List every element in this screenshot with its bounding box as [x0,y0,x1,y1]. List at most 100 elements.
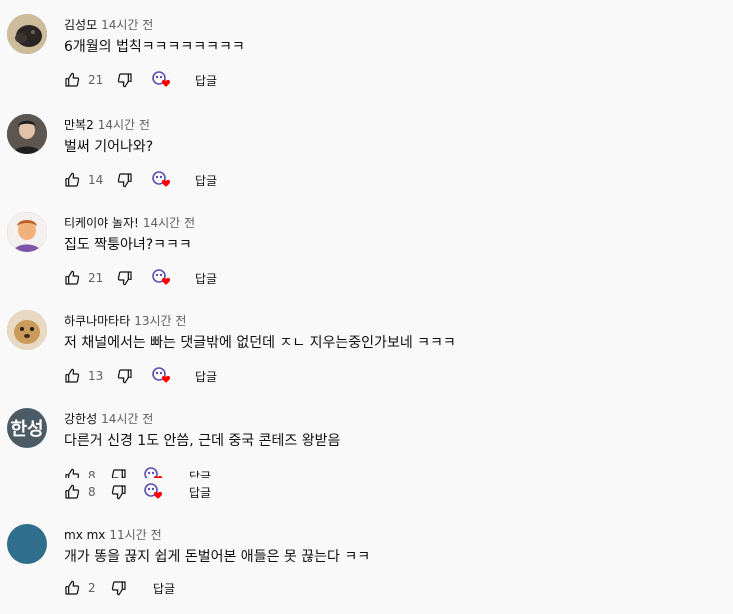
dislike-button[interactable] [111,578,127,598]
thumbs-down-icon [111,581,126,596]
thumbs-up-icon [65,270,80,285]
author-name[interactable]: mx mx [64,528,105,542]
reply-button[interactable]: 답글 [195,268,217,288]
creator-heart-icon [144,467,163,478]
comment-text: 집도 짝퉁아녀?ㅋㅋㅋ [64,237,192,253]
thumbs-down-icon [111,485,126,500]
reply-label: 답글 [153,581,176,596]
thumbs-down-icon [111,469,126,478]
author-name[interactable]: 강한성 [64,412,97,426]
creator-heart [144,466,166,478]
like-button[interactable]: 8 [64,466,96,478]
like-count: 21 [88,73,104,87]
creator-heart [152,366,174,386]
reply-label: 답글 [195,369,218,384]
comment-header: 하쿠나마타타 13시간 전 [64,310,186,328]
author-name[interactable]: 김성모 [64,18,97,32]
creator-heart [152,170,174,190]
dislike-button[interactable] [111,482,127,502]
creator-heart [152,70,174,90]
reply-label: 답글 [189,469,212,479]
comment: 김성모 14시간 전 6개월의 법칙ㅋㅋㅋㅋㅋㅋㅋㅋ 21 답글 [0,14,733,104]
reply-button[interactable]: 답글 [189,466,212,479]
like-button[interactable]: 21 [64,268,103,288]
like-count: 2 [88,581,96,595]
reply-button[interactable]: 답글 [195,366,217,386]
comment-text: 다른거 신경 1도 안씀, 근데 중국 콘테즈 왕받음 [64,433,341,449]
like-button[interactable]: 13 [64,366,103,386]
like-count: 21 [88,271,104,285]
creator-heart-icon [152,71,171,87]
comment-time[interactable]: 13시간 전 [134,314,186,328]
like-button[interactable]: 2 [64,578,96,598]
avatar[interactable] [7,524,47,564]
dislike-button[interactable] [117,366,133,386]
author-name[interactable]: 티케이야 놀자! [64,216,139,230]
dislike-button[interactable] [111,466,127,478]
comment: 하쿠나마타타 13시간 전 저 채널에서는 빠는 댓글밖에 없던데 ㅈㄴ 지우는중… [0,310,733,400]
author-name[interactable]: 만복2 [64,118,94,132]
creator-heart-icon [152,171,171,187]
comment-header: 티케이야 놀자! 14시간 전 [64,212,195,230]
avatar-photo [7,114,47,154]
thumbs-down-icon [117,271,132,286]
avatar-photo [7,14,47,54]
creator-heart-icon [152,367,171,383]
reply-label: 답글 [195,173,218,188]
reply-button[interactable]: 답글 [189,482,211,502]
thumbs-up-icon [65,580,80,595]
like-count: 8 [88,485,96,499]
avatar[interactable] [7,14,47,54]
avatar[interactable]: 한성 [7,408,47,448]
comment-time[interactable]: 11시간 전 [109,528,161,542]
comment-text: 개가 똥을 끊지 쉽게 돈벌어본 애들은 못 끊는다 ㅋㅋ [64,549,371,565]
avatar-photo [7,212,47,252]
dislike-button[interactable] [117,70,133,90]
creator-heart-icon [152,269,171,285]
dislike-button[interactable] [117,268,133,288]
thumbs-up-icon [65,72,80,87]
thumbs-up-icon [65,484,80,499]
comment-header: 강한성 14시간 전 [64,408,153,426]
comment-text: 벌써 기어나와? [64,139,154,155]
thumbs-up-icon [65,172,80,187]
comment-time[interactable]: 14시간 전 [101,18,153,32]
creator-heart [144,482,166,502]
like-button[interactable]: 14 [64,170,103,190]
thumbs-down-icon [117,73,132,88]
creator-heart [152,268,174,288]
thumbs-down-icon [117,173,132,188]
comment-header: 만복2 14시간 전 [64,114,150,132]
like-count: 8 [88,469,96,478]
reply-button[interactable]: 답글 [153,578,175,598]
avatar-photo [7,310,47,350]
thumbs-down-icon [117,369,132,384]
comment-text: 저 채널에서는 빠는 댓글밖에 없던데 ㅈㄴ 지우는중인가보네 ㅋㅋㅋ [64,335,456,351]
reply-button[interactable]: 답글 [195,170,217,190]
avatar-initials: 한성 [10,419,44,439]
avatar[interactable] [7,212,47,252]
author-name[interactable]: 하쿠나마타타 [64,314,130,328]
comment-text: 6개월의 법칙ㅋㅋㅋㅋㅋㅋㅋㅋ [64,39,245,55]
comments-section: 김성모 14시간 전 6개월의 법칙ㅋㅋㅋㅋㅋㅋㅋㅋ 21 답글 만복2 14시… [0,0,733,614]
like-count: 14 [88,173,104,187]
thumbs-up-icon [65,368,80,383]
action-toolbar-ghost: 8 답글 [64,466,264,478]
reply-button[interactable]: 답글 [195,70,217,90]
avatar[interactable] [7,114,47,154]
comment-header: mx mx 11시간 전 [64,524,162,542]
like-button[interactable]: 8 [64,482,96,502]
comment-time[interactable]: 14시간 전 [101,412,153,426]
like-count: 13 [88,369,104,383]
comment-time[interactable]: 14시간 전 [98,118,150,132]
comment-time[interactable]: 14시간 전 [143,216,195,230]
comment: 만복2 14시간 전 벌써 기어나와? 14 답글 [0,114,733,204]
comment: 한성 강한성 14시간 전 다른거 신경 1도 안씀, 근데 중국 콘테즈 왕받음… [0,408,733,500]
comment: 티케이야 놀자! 14시간 전 집도 짝퉁아녀?ㅋㅋㅋ 21 답글 [0,212,733,302]
comment-header: 김성모 14시간 전 [64,14,153,32]
like-button[interactable]: 21 [64,70,103,90]
reply-label: 답글 [189,485,212,500]
dislike-button[interactable] [117,170,133,190]
avatar[interactable] [7,310,47,350]
reply-label: 답글 [195,271,218,286]
